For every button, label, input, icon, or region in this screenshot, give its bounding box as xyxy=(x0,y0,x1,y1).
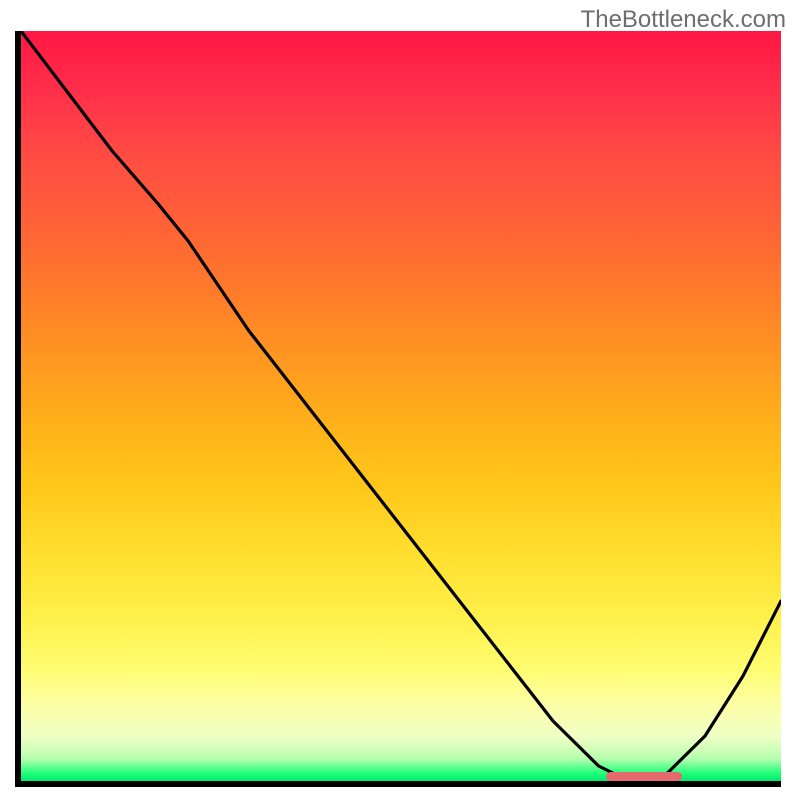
y-axis xyxy=(15,31,21,787)
curve-path xyxy=(21,31,781,781)
zero-bottleneck-range-marker xyxy=(606,772,682,781)
x-axis xyxy=(21,781,781,787)
watermark-text: TheBottleneck.com xyxy=(581,6,786,34)
bottleneck-curve xyxy=(21,31,781,781)
chart-container: TheBottleneck.com xyxy=(0,0,800,800)
plot-area xyxy=(21,31,781,781)
